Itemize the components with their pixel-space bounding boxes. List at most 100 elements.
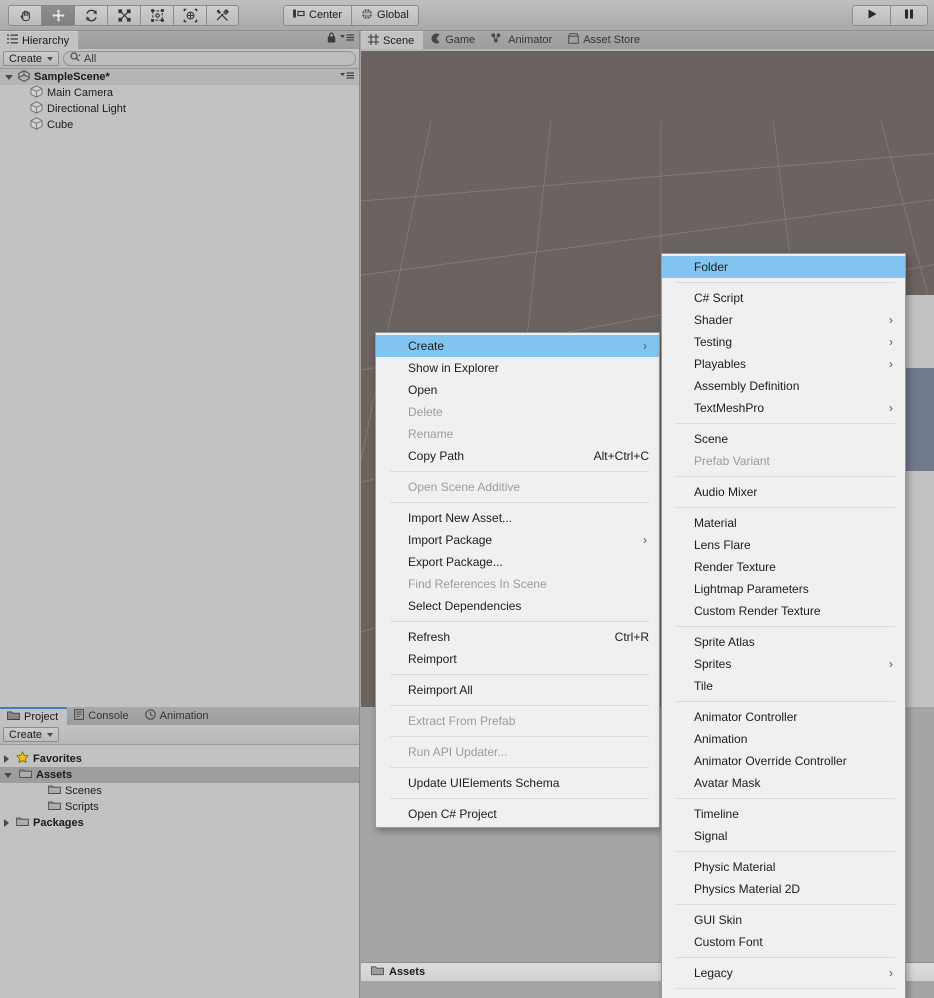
menu-item[interactable]: Open C# Project (376, 803, 659, 825)
tab-console[interactable]: Console (67, 707, 137, 725)
project-tree-item[interactable]: Packages (0, 815, 359, 831)
menu-item[interactable]: Tile (662, 675, 905, 697)
move-tool-button[interactable] (41, 4, 74, 26)
menu-item[interactable]: Folder (662, 256, 905, 278)
hierarchy-item-label: Directional Light (47, 103, 126, 115)
menu-item[interactable]: Custom Font (662, 931, 905, 953)
menu-item[interactable]: Render Texture (662, 556, 905, 578)
project-tree-item[interactable]: Scenes (0, 783, 359, 799)
pivot-space-group: Center Global (283, 4, 419, 26)
hierarchy-item[interactable]: Cube (0, 117, 359, 133)
menu-item[interactable]: Scene (662, 428, 905, 450)
rect-tool-button[interactable] (140, 4, 173, 26)
hierarchy-item-label: Cube (47, 119, 74, 131)
project-tree-item[interactable]: Scripts (0, 799, 359, 815)
menu-separator (390, 705, 649, 706)
project-tree-item[interactable]: Favorites (0, 750, 359, 767)
menu-item[interactable]: UIElements Editor Window (662, 993, 905, 998)
menu-item[interactable]: Sprites › (662, 653, 905, 675)
menu-item[interactable]: Import Package › (376, 529, 659, 551)
pivot-mode-button[interactable]: Center (283, 4, 352, 26)
tab-project[interactable]: Project (0, 707, 68, 725)
playback-controls (852, 4, 928, 26)
project-create-button[interactable]: Create (3, 727, 60, 742)
scale-tool-button[interactable] (107, 4, 140, 26)
menu-item[interactable]: Select Dependencies (376, 595, 659, 617)
transform-tool-button[interactable] (173, 4, 206, 26)
project-panel: Project Console Animation Create Favorites… (0, 707, 360, 998)
tab-hierarchy[interactable]: Hierarchy (0, 31, 79, 49)
context-menu[interactable]: Create › Show in Explorer Open Delete Rename C… (375, 332, 660, 828)
tab-game[interactable]: Game (423, 31, 484, 49)
gameobject-cube-icon (30, 85, 43, 101)
inspector-panel-strip[interactable] (905, 295, 934, 765)
chevron-right-icon: › (889, 657, 893, 671)
menu-item[interactable]: Sprite Atlas (662, 631, 905, 653)
scene-menu-icon[interactable] (340, 71, 354, 83)
create-submenu[interactable]: Folder C# Script Shader › Testing › Playables ›… (661, 253, 906, 998)
tab-animation[interactable]: Animation (138, 707, 218, 725)
menu-item[interactable]: Show in Explorer (376, 357, 659, 379)
menu-item[interactable]: Avatar Mask (662, 772, 905, 794)
menu-item-label: Reimport (408, 652, 457, 666)
menu-item[interactable]: GUI Skin (662, 909, 905, 931)
menu-item[interactable]: Update UIElements Schema (376, 772, 659, 794)
menu-item[interactable]: Assembly Definition (662, 375, 905, 397)
chevron-down-icon[interactable] (5, 74, 13, 80)
menu-item[interactable]: Testing › (662, 331, 905, 353)
menu-item[interactable]: Material (662, 512, 905, 534)
hierarchy-create-button[interactable]: Create (3, 51, 60, 66)
menu-item[interactable]: Audio Mixer (662, 481, 905, 503)
custom-tool-button[interactable] (206, 4, 239, 26)
chevron-right-icon[interactable] (4, 755, 9, 763)
menu-item[interactable]: Lens Flare (662, 534, 905, 556)
menu-item[interactable]: Animator Controller (662, 706, 905, 728)
menu-item[interactable]: Export Package... (376, 551, 659, 573)
pause-button[interactable] (890, 4, 928, 26)
menu-item[interactable]: Lightmap Parameters (662, 578, 905, 600)
menu-item[interactable]: Physics Material 2D (662, 878, 905, 900)
menu-item[interactable]: Shader › (662, 309, 905, 331)
menu-item[interactable]: Animation (662, 728, 905, 750)
folder-icon (7, 710, 20, 724)
chevron-down-icon[interactable] (4, 772, 12, 778)
lock-icon[interactable] (327, 32, 336, 46)
space-mode-button[interactable]: Global (351, 4, 419, 26)
hierarchy-scene-row[interactable]: SampleScene* (0, 69, 359, 85)
search-icon (70, 52, 81, 65)
tab-asset-store[interactable]: Asset Store (561, 31, 649, 49)
hand-tool-button[interactable] (8, 4, 41, 26)
menu-item[interactable]: Copy Path Alt+Ctrl+C (376, 445, 659, 467)
menu-item[interactable]: Playables › (662, 353, 905, 375)
menu-item[interactable]: TextMeshPro › (662, 397, 905, 419)
menu-item[interactable]: Reimport All (376, 679, 659, 701)
menu-item[interactable]: Refresh Ctrl+R (376, 626, 659, 648)
menu-item[interactable]: Custom Render Texture (662, 600, 905, 622)
menu-item[interactable]: Legacy › (662, 962, 905, 984)
hierarchy-search-input[interactable]: All (63, 51, 356, 66)
tab-animator[interactable]: Animator (484, 31, 561, 49)
menu-item[interactable]: Create › (376, 335, 659, 357)
menu-separator (390, 621, 649, 622)
menu-item[interactable]: Animator Override Controller (662, 750, 905, 772)
project-tree-item[interactable]: Assets (0, 767, 359, 783)
menu-item[interactable]: Timeline (662, 803, 905, 825)
hierarchy-item[interactable]: Directional Light (0, 101, 359, 117)
panel-menu-icon[interactable] (340, 33, 354, 45)
hierarchy-item[interactable]: Main Camera (0, 85, 359, 101)
scale-icon (117, 8, 132, 23)
menu-item[interactable]: Physic Material (662, 856, 905, 878)
menu-item[interactable]: Reimport (376, 648, 659, 670)
menu-item[interactable]: Import New Asset... (376, 507, 659, 529)
rotate-tool-button[interactable] (74, 4, 107, 26)
menu-item[interactable]: Signal (662, 825, 905, 847)
menu-item-label: Material (694, 516, 737, 530)
play-icon (865, 7, 879, 24)
project-create-label: Create (9, 728, 43, 741)
menu-item-label: Testing (694, 335, 733, 349)
play-button[interactable] (852, 4, 890, 26)
chevron-right-icon[interactable] (4, 819, 9, 827)
menu-item[interactable]: C# Script (662, 287, 905, 309)
menu-item[interactable]: Open (376, 379, 659, 401)
tab-scene[interactable]: Scene (361, 31, 424, 49)
